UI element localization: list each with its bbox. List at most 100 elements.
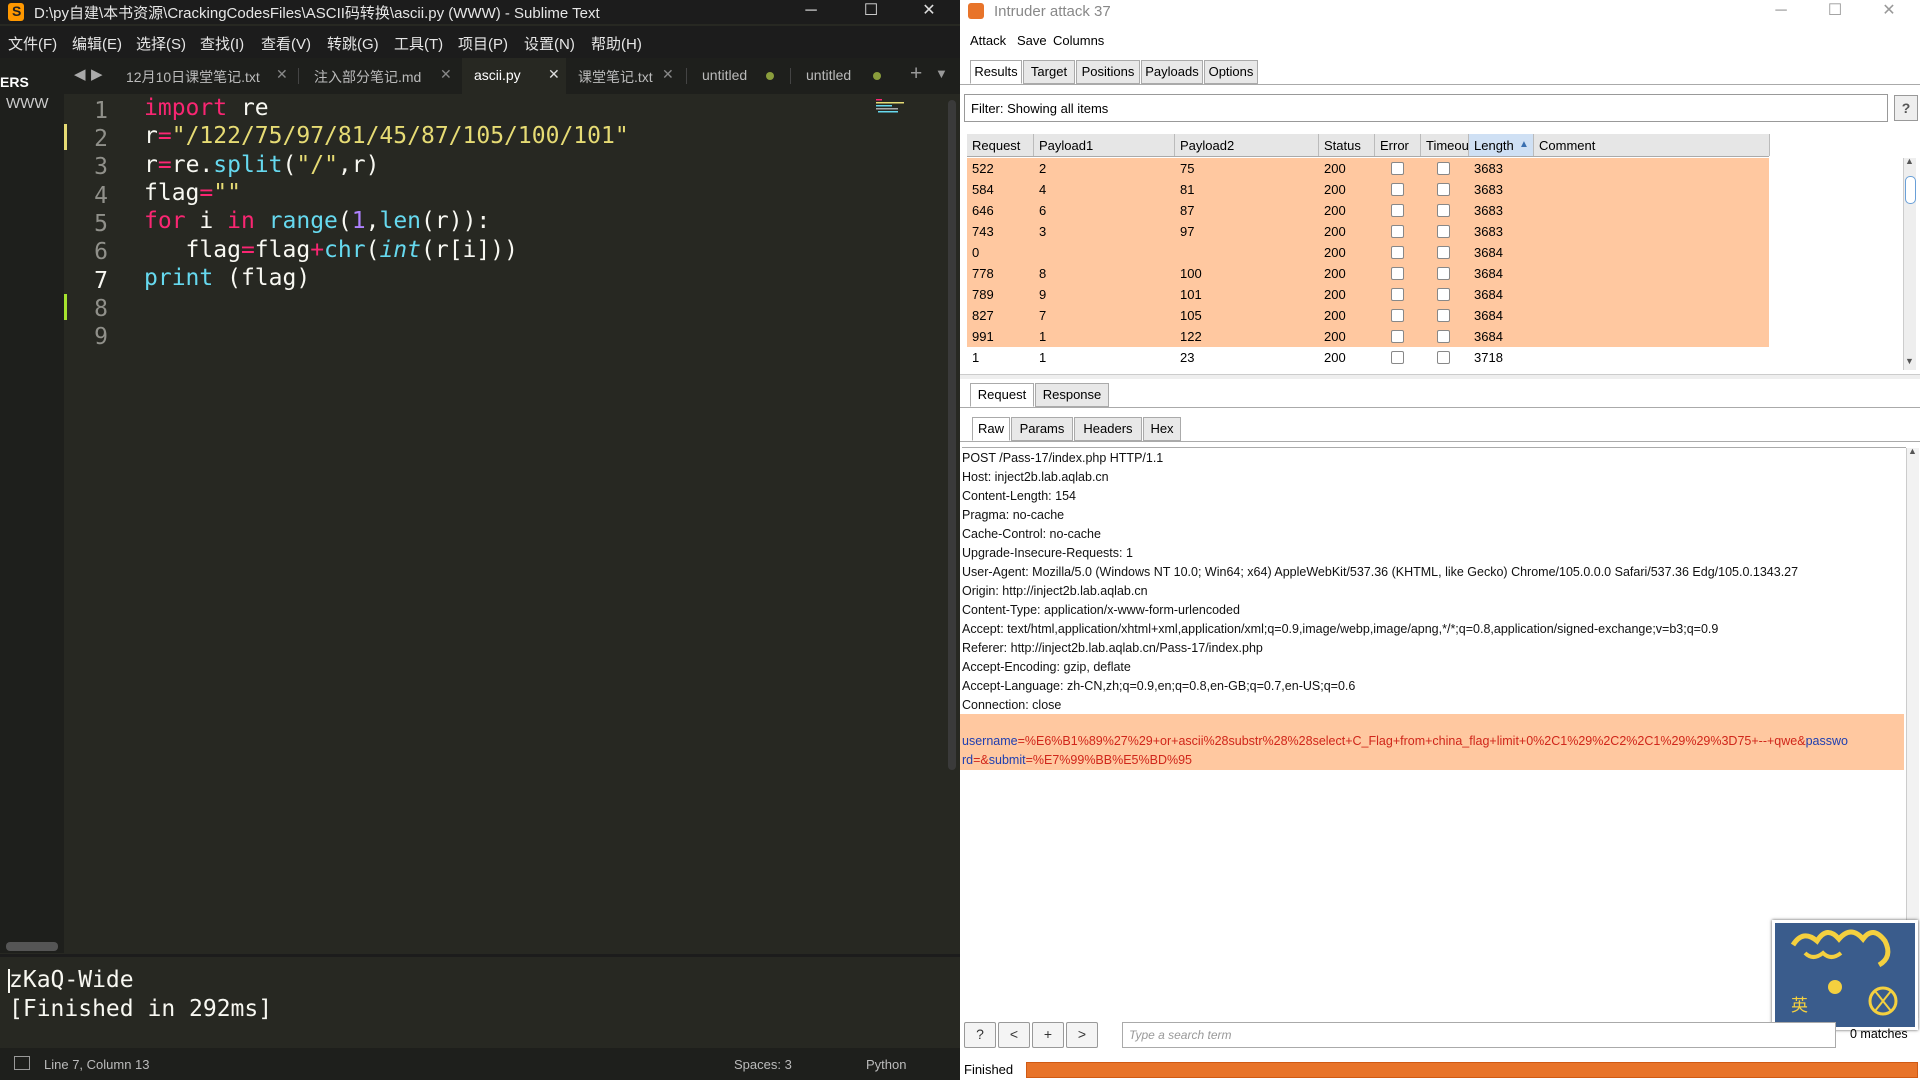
table-row[interactable]: 991 1 122 200 3684 (967, 326, 1769, 347)
minimize-button[interactable]: ─ (788, 0, 834, 24)
results-filter-bar[interactable]: Filter: Showing all items (964, 94, 1888, 122)
error-checkbox[interactable] (1391, 162, 1404, 175)
search-input[interactable]: Type a search term (1122, 1022, 1836, 1048)
header-cache-control[interactable]: Cache-Control: no-cache (962, 527, 1101, 541)
tab-options[interactable]: Options (1204, 60, 1258, 84)
tab-close-icon[interactable]: ✕ (548, 66, 560, 83)
request-body-highlight[interactable]: username=%E6%B1%89%27%29+or+ascii%28subs… (960, 714, 1904, 770)
minimize-button[interactable]: ─ (1758, 0, 1804, 24)
table-row[interactable]: 584 4 81 200 3683 (967, 179, 1769, 200)
table-row[interactable]: 522 2 75 200 3683 (967, 158, 1769, 179)
search-next-button[interactable]: > (1066, 1022, 1098, 1048)
editor-vertical-scrollbar[interactable] (948, 100, 956, 770)
menu-find[interactable]: 查找(I) (200, 33, 244, 54)
code-line-1[interactable]: import re (144, 94, 269, 122)
code-line-5[interactable]: for i in range(1,len(r)): (144, 207, 490, 235)
sidebar-toggle-icon[interactable] (14, 1056, 30, 1070)
search-options-button[interactable]: + (1032, 1022, 1064, 1048)
menu-columns[interactable]: Columns (1053, 33, 1104, 48)
header-content-length[interactable]: Content-Length: 154 (962, 489, 1076, 503)
tab-payloads[interactable]: Payloads (1141, 60, 1203, 84)
tab-close-icon[interactable]: ✕ (662, 66, 674, 83)
menu-attack[interactable]: Attack (970, 33, 1006, 48)
code-line-7[interactable]: print (flag) (144, 264, 310, 292)
tab-headers[interactable]: Headers (1074, 417, 1142, 441)
menu-help[interactable]: 帮助(H) (591, 33, 642, 54)
tab-untitled-2[interactable]: untitled (792, 58, 892, 94)
split-pane-divider[interactable] (960, 374, 1920, 379)
error-checkbox[interactable] (1391, 267, 1404, 280)
tab-positions[interactable]: Positions (1076, 60, 1140, 84)
timeout-checkbox[interactable] (1437, 183, 1450, 196)
tab-hex[interactable]: Hex (1143, 417, 1181, 441)
sidebar-folder-www[interactable]: WWW (6, 95, 48, 112)
scroll-up-icon[interactable]: ▲ (1905, 156, 1914, 166)
code-line-4[interactable]: flag="" (144, 179, 241, 207)
close-button[interactable]: ✕ (906, 0, 952, 24)
timeout-checkbox[interactable] (1437, 225, 1450, 238)
tab-notes-dec10[interactable]: 12月10日课堂笔记.txt ✕ (116, 58, 292, 94)
tab-list-chevron-icon[interactable]: ▼ (935, 66, 948, 81)
maximize-button[interactable]: ☐ (1812, 0, 1858, 24)
error-checkbox[interactable] (1391, 351, 1404, 364)
tab-params[interactable]: Params (1011, 417, 1073, 441)
request-line[interactable]: POST /Pass-17/index.php HTTP/1.1 (962, 451, 1163, 465)
col-timeout[interactable]: Timeout (1421, 134, 1472, 156)
search-previous-button[interactable]: < (998, 1022, 1030, 1048)
header-pragma[interactable]: Pragma: no-cache (962, 508, 1064, 522)
unsaved-dot-icon[interactable] (873, 72, 881, 80)
tab-request[interactable]: Request (970, 383, 1034, 407)
tab-scroll-right-icon[interactable]: ▶ (91, 65, 103, 83)
table-row[interactable]: 646 6 87 200 3683 (967, 200, 1769, 221)
menu-view[interactable]: 查看(V) (261, 33, 311, 54)
header-content-type[interactable]: Content-Type: application/x-www-form-url… (962, 603, 1240, 617)
tab-target[interactable]: Target (1023, 60, 1075, 84)
sidebar-horizontal-scrollbar[interactable] (6, 942, 58, 951)
timeout-checkbox[interactable] (1437, 267, 1450, 280)
timeout-checkbox[interactable] (1437, 288, 1450, 301)
tab-close-icon[interactable]: ✕ (276, 66, 288, 83)
status-cursor-position[interactable]: Line 7, Column 13 (44, 1057, 150, 1072)
request-body-line-2[interactable]: rd=&submit=%E7%99%BB%E5%BD%95 (962, 753, 1192, 767)
maximize-button[interactable]: ☐ (848, 0, 894, 24)
timeout-checkbox[interactable] (1437, 246, 1450, 259)
close-button[interactable]: ✕ (1866, 0, 1912, 24)
tab-response[interactable]: Response (1035, 383, 1109, 407)
tab-scroll-left-icon[interactable]: ◀ (74, 65, 86, 83)
header-host[interactable]: Host: inject2b.lab.aqlab.cn (962, 470, 1109, 484)
error-checkbox[interactable] (1391, 204, 1404, 217)
menu-project[interactable]: 项目(P) (458, 33, 508, 54)
tab-class-notes[interactable]: 课堂笔记.txt ✕ (568, 58, 676, 94)
table-row[interactable]: 789 9 101 200 3684 (967, 284, 1769, 305)
scroll-up-icon[interactable]: ▲ (1908, 446, 1917, 456)
tab-results[interactable]: Results (970, 60, 1022, 84)
col-request[interactable]: Request (967, 134, 1034, 156)
code-editor[interactable]: import re r="/122/75/97/81/45/87/105/100… (144, 94, 884, 954)
timeout-checkbox[interactable] (1437, 309, 1450, 322)
search-help-button[interactable]: ? (964, 1022, 996, 1048)
menu-edit[interactable]: 编辑(E) (72, 33, 122, 54)
status-indentation[interactable]: Spaces: 3 (734, 1057, 792, 1072)
col-payload1[interactable]: Payload1 (1034, 134, 1175, 156)
table-row[interactable]: 743 3 97 200 3683 (967, 221, 1769, 242)
error-checkbox[interactable] (1391, 330, 1404, 343)
header-accept[interactable]: Accept: text/html,application/xhtml+xml,… (962, 622, 1718, 636)
minimap[interactable] (876, 98, 926, 114)
col-error[interactable]: Error (1375, 134, 1421, 156)
header-origin[interactable]: Origin: http://inject2b.lab.aqlab.cn (962, 584, 1148, 598)
menu-goto[interactable]: 转跳(G) (327, 33, 379, 54)
scroll-thumb[interactable] (1905, 176, 1916, 204)
timeout-checkbox[interactable] (1437, 330, 1450, 343)
table-row[interactable]: 0 200 3684 (967, 242, 1769, 263)
code-line-6[interactable]: flag=flag+chr(int(r[i])) (144, 236, 518, 264)
menu-selection[interactable]: 选择(S) (136, 33, 186, 54)
menu-save[interactable]: Save (1017, 33, 1047, 48)
error-checkbox[interactable] (1391, 246, 1404, 259)
tab-untitled-1[interactable]: untitled (688, 58, 788, 94)
header-upgrade-insecure[interactable]: Upgrade-Insecure-Requests: 1 (962, 546, 1133, 560)
error-checkbox[interactable] (1391, 225, 1404, 238)
unsaved-dot-icon[interactable] (766, 72, 774, 80)
table-row[interactable]: 827 7 105 200 3684 (967, 305, 1769, 326)
menu-file[interactable]: 文件(F) (8, 33, 57, 54)
code-line-2[interactable]: r="/122/75/97/81/45/87/105/100/101" (144, 122, 629, 150)
